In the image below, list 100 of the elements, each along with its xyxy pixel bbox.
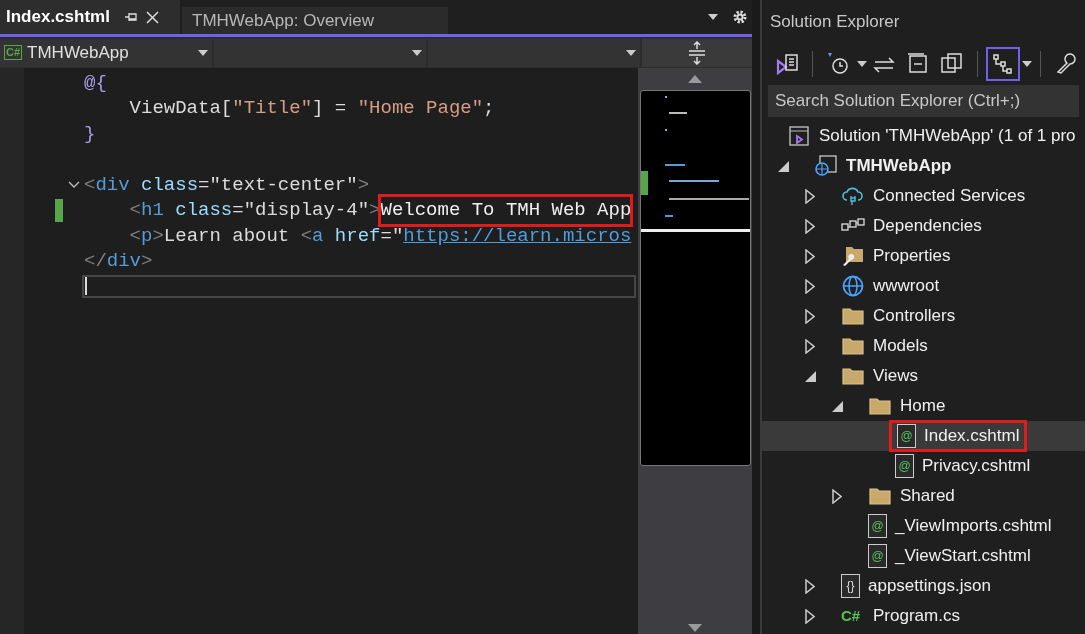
collapsed-arrow-icon[interactable] — [805, 278, 815, 294]
tree-item-label: TMHWebApp — [846, 155, 952, 178]
tree-item-label: Solution 'TMHWebApp' (1 of 1 pro — [819, 125, 1076, 148]
code-token: h1 — [141, 198, 164, 223]
expanded-arrow-icon[interactable] — [805, 370, 816, 382]
tree-item[interactable]: Solution 'TMHWebApp' (1 of 1 pro — [762, 121, 1085, 151]
scroll-up-arrow-icon[interactable] — [688, 75, 702, 83]
csharp-project-icon: C# — [4, 45, 23, 60]
tree-item-label: Controllers — [873, 305, 956, 328]
tree-item-label: _ViewStart.cshtml — [895, 545, 1031, 568]
text-cursor — [85, 277, 87, 296]
code-token: class — [140, 172, 199, 198]
caret-icon — [412, 49, 422, 56]
code-token: ="text-center" — [198, 172, 358, 198]
tree-item-label: _ViewImports.cshtml — [895, 515, 1052, 538]
tree-item[interactable]: C# Program.cs — [762, 601, 1085, 631]
tree-item[interactable]: Home — [762, 391, 1085, 421]
pin-icon[interactable] — [123, 11, 138, 23]
tree-item[interactable]: @ Index.cshtml — [762, 421, 1085, 451]
tree-item-label: Home — [900, 395, 946, 418]
solution-icon — [787, 124, 811, 148]
tree-item[interactable]: Dependencies — [762, 211, 1085, 241]
tree-item-label: Privacy.cshtml — [922, 455, 1031, 478]
tree-item[interactable]: @ _ViewImports.cshtml — [762, 511, 1085, 541]
tree-item-label: Program.cs — [873, 605, 960, 628]
collapsed-arrow-icon[interactable] — [832, 488, 842, 504]
expanded-arrow-icon[interactable] — [778, 160, 789, 172]
code-token: ] = — [312, 96, 348, 121]
tree-item-label: Dependencies — [873, 215, 982, 238]
file-icon: {} — [841, 574, 860, 598]
code-token: div — [95, 172, 130, 198]
tree-item[interactable]: Models — [762, 331, 1085, 361]
web-project-icon — [814, 154, 838, 178]
csharp-file-icon: C# — [841, 604, 865, 628]
tree-item[interactable]: wwwroot — [762, 271, 1085, 301]
tree-item-label: Properties — [873, 245, 951, 268]
tree-item[interactable]: @ _ViewStart.cshtml — [762, 541, 1085, 571]
tree-item-label: Models — [873, 335, 928, 358]
wrench-folder-icon — [841, 244, 865, 268]
code-token: > — [152, 223, 164, 249]
tree-item-label: appsettings.json — [868, 575, 991, 598]
code-token: "Title" — [232, 96, 313, 121]
tree-item-label: Shared — [900, 485, 955, 508]
caret-icon — [857, 61, 867, 67]
collapsed-arrow-icon[interactable] — [805, 338, 815, 354]
code-token: "Home Page" — [357, 96, 484, 121]
code-token: ; — [483, 96, 495, 121]
scroll-down-arrow-icon[interactable] — [688, 624, 702, 632]
expanded-arrow-icon[interactable] — [832, 400, 843, 412]
code-token: div — [106, 249, 142, 274]
file-icon: @ — [897, 424, 916, 448]
code-token: </ — [84, 249, 107, 274]
collapsed-arrow-icon[interactable] — [805, 608, 815, 624]
code-token: < — [84, 172, 96, 198]
scope-dropdown[interactable]: C# TMHWebApp — [0, 38, 212, 67]
tree-item[interactable]: {} appsettings.json — [762, 571, 1085, 601]
caret-icon — [708, 14, 718, 20]
collapsed-arrow-icon[interactable] — [805, 308, 815, 324]
collapsed-arrow-icon[interactable] — [805, 248, 815, 264]
caret-icon — [626, 49, 636, 56]
panel-title: Solution Explorer — [769, 11, 901, 34]
search-field[interactable]: Search Solution Explorer (Ctrl+;) — [768, 85, 1079, 117]
file-icon: @ — [868, 544, 887, 568]
code-token: class — [174, 198, 233, 223]
collapsed-arrow-icon[interactable] — [805, 578, 815, 594]
tree-item[interactable]: Properties — [762, 241, 1085, 271]
tree-item[interactable]: Views — [762, 361, 1085, 391]
code-token: p — [141, 223, 153, 249]
tree-item-label: wwwroot — [873, 275, 940, 298]
collapsed-arrow-icon[interactable] — [805, 188, 815, 204]
file-icon: @ — [868, 514, 887, 538]
globe-icon — [841, 274, 865, 298]
document-tab[interactable]: TMHWebApp: Overview — [182, 7, 448, 34]
tree-view-icon[interactable] — [986, 47, 1020, 81]
close-icon[interactable] — [145, 10, 159, 24]
collapsed-arrow-icon[interactable] — [805, 218, 815, 234]
tree-item-label: Views — [873, 365, 919, 388]
file-icon: @ — [895, 454, 914, 478]
code-minimap[interactable] — [639, 90, 751, 466]
caret-icon — [1022, 61, 1032, 67]
fold-chevron-icon[interactable] — [67, 180, 80, 189]
code-token: a — [312, 223, 324, 249]
code-token: ="display-4" — [232, 198, 370, 223]
tree-item[interactable]: Controllers — [762, 301, 1085, 331]
code-token: ViewData[ — [128, 96, 233, 121]
settings-icon[interactable] — [732, 9, 748, 25]
code-token: < — [300, 223, 313, 249]
tree-item[interactable]: Shared — [762, 481, 1085, 511]
code-token: =" — [380, 223, 404, 249]
tree-item[interactable]: @ Privacy.cshtml — [762, 451, 1085, 481]
tree-item[interactable]: TMHWebApp — [762, 151, 1085, 181]
tree-item[interactable]: Connected Services — [762, 181, 1085, 211]
split-window-icon[interactable] — [688, 40, 706, 65]
code-token: href — [333, 223, 381, 249]
code-token: > — [357, 172, 370, 198]
code-token: } — [84, 121, 96, 147]
document-tab[interactable]: Index.cshtml — [0, 0, 180, 34]
caret-icon — [198, 49, 208, 56]
tree-item-label: Connected Services — [873, 185, 1026, 208]
code-token: Learn about — [163, 223, 291, 249]
